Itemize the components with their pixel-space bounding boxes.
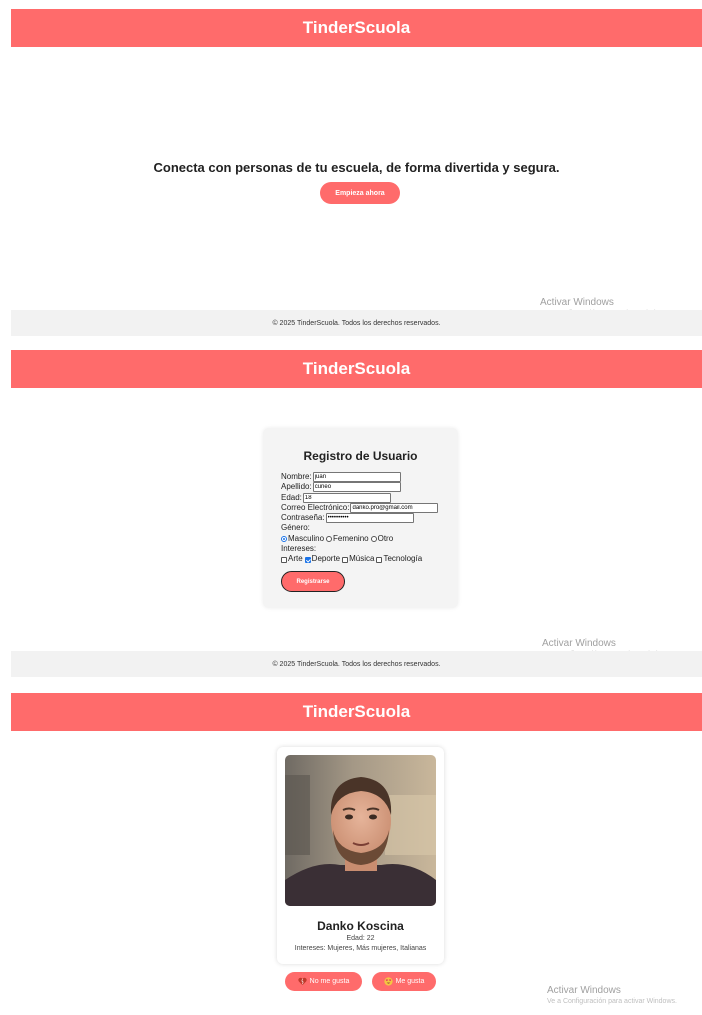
- interes-option-musica[interactable]: Música: [342, 554, 374, 564]
- checkbox-tecnologia-label: Tecnología: [383, 554, 423, 564]
- intereses-label-row: Intereses:: [281, 544, 438, 554]
- registration-form: Nombre: Apellido: Edad: Correo Electróni…: [281, 472, 439, 565]
- register-button[interactable]: Registrarse: [281, 571, 345, 592]
- profile-age: Edad: 22: [346, 935, 375, 942]
- checkbox-deporte[interactable]: [304, 556, 311, 563]
- app-footer: © 2025 TinderScuola. Todos los derechos …: [11, 310, 702, 336]
- checkbox-tecnologia[interactable]: [376, 556, 383, 563]
- app-header: TinderScuola: [11, 350, 702, 388]
- app-title: TinderScuola: [302, 359, 411, 378]
- nombre-label: Nombre:: [281, 472, 312, 481]
- interes-option-arte[interactable]: Arte: [281, 554, 303, 564]
- app-title: TinderScuola: [302, 702, 411, 721]
- nombre-row: Nombre:: [281, 472, 438, 483]
- dislike-button-label: No me gusta: [309, 978, 350, 985]
- radio-masculino-label: Masculino: [288, 533, 325, 543]
- profile-photo-image: [285, 755, 436, 906]
- genero-options-row: Masculino Femenino Otro: [281, 534, 438, 544]
- radio-masculino[interactable]: [281, 535, 287, 542]
- radio-otro-label: Otro: [377, 533, 394, 543]
- watermark-title: Activar Windows: [540, 297, 614, 308]
- landing-tagline: Conecta con personas de tu escuela, de f…: [153, 160, 560, 175]
- profile-card: Danko Koscina Edad: 22 Intereses: Mujere…: [277, 747, 444, 964]
- intereses-label: Intereses:: [281, 544, 317, 554]
- broken-heart-icon: [297, 977, 307, 986]
- genero-option-otro[interactable]: Otro: [370, 533, 394, 544]
- apellido-row: Apellido:: [281, 482, 438, 493]
- nombre-input[interactable]: [312, 472, 401, 483]
- like-button[interactable]: Me gusta: [372, 972, 436, 991]
- profile-photo: [285, 755, 436, 906]
- radio-femenino[interactable]: [326, 535, 333, 542]
- heart-eyes-icon: [383, 977, 393, 986]
- genero-label-row: Género:: [281, 523, 438, 533]
- intereses-options-row: Arte Deporte Música Tecnología: [281, 554, 438, 564]
- app-title: TinderScuola: [302, 18, 411, 37]
- correo-row: Correo Electrónico:: [281, 502, 439, 514]
- edad-label: Edad:: [281, 492, 302, 502]
- profile-name: Danko Koscina: [317, 919, 404, 933]
- radio-femenino-label: Femenino: [333, 533, 369, 543]
- windows-activation-watermark: Activar Windows Ve a Configuración para …: [547, 985, 677, 1006]
- password-input[interactable]: [325, 513, 414, 524]
- genero-option-masculino[interactable]: Masculino: [281, 534, 324, 544]
- interes-option-deporte[interactable]: Deporte: [304, 554, 341, 564]
- interes-option-tecnologia[interactable]: Tecnología: [376, 554, 422, 564]
- app-footer: © 2025 TinderScuola. Todos los derechos …: [11, 651, 702, 677]
- checkbox-musica-label: Música: [349, 554, 375, 564]
- footer-copyright: © 2025 TinderScuola. Todos los derechos …: [272, 660, 441, 668]
- apellido-input[interactable]: [312, 482, 401, 493]
- checkbox-musica[interactable]: [342, 556, 349, 563]
- watermark-title: Activar Windows: [542, 638, 616, 649]
- email-input[interactable]: [350, 503, 439, 514]
- dislike-button[interactable]: No me gusta: [285, 972, 362, 991]
- app-header: TinderScuola: [11, 693, 702, 731]
- registration-card: Registro de Usuario Nombre: Apellido: Ed…: [263, 428, 458, 608]
- genero-option-femenino[interactable]: Femenino: [326, 534, 369, 544]
- contrasena-row: Contraseña:: [281, 513, 438, 524]
- app-header: TinderScuola: [11, 9, 702, 47]
- apellido-label: Apellido:: [281, 482, 312, 492]
- like-button-label: Me gusta: [395, 978, 425, 985]
- edad-input[interactable]: [302, 492, 391, 503]
- watermark-title: Activar Windows: [547, 985, 621, 996]
- checkbox-deporte-label: Deporte: [311, 554, 341, 564]
- checkbox-arte[interactable]: [281, 556, 287, 563]
- registration-title: Registro de Usuario: [303, 449, 418, 463]
- watermark-subtitle: Ve a Configuración para activar Windows.: [547, 998, 677, 1005]
- radio-otro[interactable]: [370, 535, 377, 542]
- contrasena-label: Contraseña:: [281, 513, 325, 523]
- correo-label: Correo Electrónico:: [281, 502, 350, 512]
- profile-interests: Intereses: Mujeres, Más mujeres, Italian…: [294, 945, 427, 952]
- footer-copyright: © 2025 TinderScuola. Todos los derechos …: [272, 319, 441, 327]
- edad-row: Edad:: [281, 493, 438, 503]
- start-now-button[interactable]: Empieza ahora: [320, 182, 400, 204]
- genero-label: Género:: [281, 523, 310, 533]
- checkbox-arte-label: Arte: [288, 554, 303, 564]
